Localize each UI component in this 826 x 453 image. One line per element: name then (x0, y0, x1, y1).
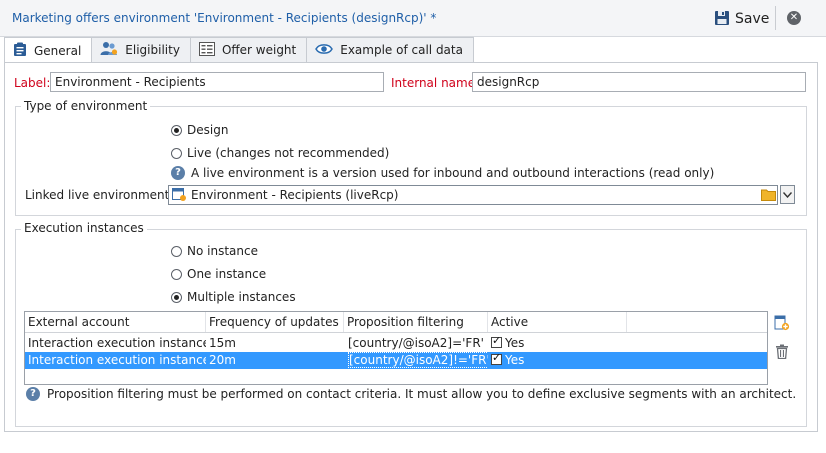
cell-frequency: 20m (209, 353, 236, 367)
tab-general[interactable]: General (4, 37, 93, 64)
floppy-disk-icon (714, 10, 730, 29)
live-info-text: A live environment is a version used for… (191, 166, 715, 180)
radio-button (171, 268, 182, 280)
cell-filter-text: [country/@isoA2]!='FR' (348, 352, 488, 368)
filtering-note: ? Proposition filtering must be performe… (26, 387, 796, 401)
radio-design-label: Design (187, 123, 229, 137)
close-icon[interactable]: ✕ (787, 11, 801, 25)
radio-multiple-instances[interactable]: Multiple instances (171, 290, 296, 304)
radio-button (171, 291, 182, 303)
tab-offer-weight-label: Offer weight (221, 43, 297, 57)
column-header[interactable]: External account (25, 312, 206, 332)
radio-button (171, 245, 182, 257)
tab-eligibility-label: Eligibility (125, 43, 180, 57)
live-info: ? A live environment is a version used f… (171, 166, 714, 180)
checkbox[interactable] (491, 352, 502, 365)
cell-active-text: Yes (505, 336, 525, 350)
cell-active[interactable]: Yes (488, 335, 627, 352)
trash-icon[interactable] (775, 344, 789, 362)
save-label: Save (735, 11, 770, 27)
execution-instances-title: Execution instances (21, 221, 147, 235)
radio-button (171, 124, 182, 136)
radio-button (171, 147, 182, 159)
question-icon: ? (171, 166, 185, 180)
cell-active[interactable]: Yes (488, 352, 627, 369)
radio-live[interactable]: Live (changes not recommended) (171, 146, 389, 160)
column-header[interactable]: Active (488, 312, 627, 332)
eye-icon (315, 43, 334, 58)
save-button[interactable]: Save (714, 8, 769, 30)
radio-one-instance[interactable]: One instance (171, 267, 266, 281)
radio-live-label: Live (changes not recommended) (187, 146, 390, 160)
table-row[interactable]: Interaction execution instance 1 15m [co… (25, 335, 767, 352)
column-header[interactable]: Frequency of updates (206, 312, 344, 332)
cell-filter: [country/@isoA2]='FR' (344, 335, 488, 352)
environment-icon (172, 188, 187, 205)
radio-design[interactable]: Design (171, 123, 228, 137)
weight-form-icon (198, 41, 215, 59)
cell-account: Interaction execution instance 2 (28, 353, 206, 367)
environment-type-title: Type of environment (21, 99, 151, 113)
table-header: External account Frequency of updates Pr… (25, 312, 767, 333)
chevron-down-icon[interactable] (780, 185, 795, 204)
cell-frequency: 15m (209, 336, 236, 350)
checkbox[interactable] (491, 335, 502, 348)
users-icon (100, 41, 118, 59)
radio-multiple-instances-label: Multiple instances (187, 290, 296, 304)
linked-live-field[interactable]: Environment - Recipients (liveRcp) (168, 185, 778, 205)
label-caption: Label: (14, 76, 51, 90)
table-row[interactable]: Interaction execution instance 2 20m [co… (25, 352, 767, 369)
tab-general-label: General (34, 44, 82, 58)
tab-offer-weight[interactable]: Offer weight (189, 37, 308, 62)
cell-filter-text: [country/@isoA2]='FR' (348, 336, 484, 350)
column-header-spacer (627, 312, 765, 332)
tab-example-call-data-label: Example of call data (340, 43, 463, 57)
toolbar-separator (775, 6, 776, 30)
radio-one-instance-label: One instance (187, 267, 267, 281)
label-field[interactable]: Environment - Recipients (50, 72, 384, 92)
cell-filter: [country/@isoA2]!='FR' (344, 352, 488, 369)
linked-live-caption: Linked live environment: (25, 188, 174, 202)
tab-example-call-data[interactable]: Example of call data (306, 37, 474, 62)
clipboard-icon (13, 42, 27, 60)
cell-active-text: Yes (505, 353, 525, 367)
add-instance-icon[interactable] (774, 315, 790, 334)
folder-icon[interactable] (761, 188, 776, 204)
filtering-note-text: Proposition filtering must be performed … (47, 387, 797, 401)
instances-table: External account Frequency of updates Pr… (24, 311, 768, 385)
internal-name-field[interactable]: designRcp (472, 72, 806, 92)
window-title: Marketing offers environment 'Environmen… (12, 11, 437, 25)
cell-account: Interaction execution instance 1 (28, 336, 206, 350)
column-header[interactable]: Proposition filtering (344, 312, 488, 332)
question-icon: ? (26, 387, 40, 401)
radio-no-instance[interactable]: No instance (171, 244, 258, 258)
tab-eligibility[interactable]: Eligibility (91, 37, 191, 62)
radio-no-instance-label: No instance (187, 244, 258, 258)
internal-name-caption: Internal name: (391, 76, 480, 90)
tab-bar: General Eligibility Offer weight Example… (4, 37, 474, 64)
